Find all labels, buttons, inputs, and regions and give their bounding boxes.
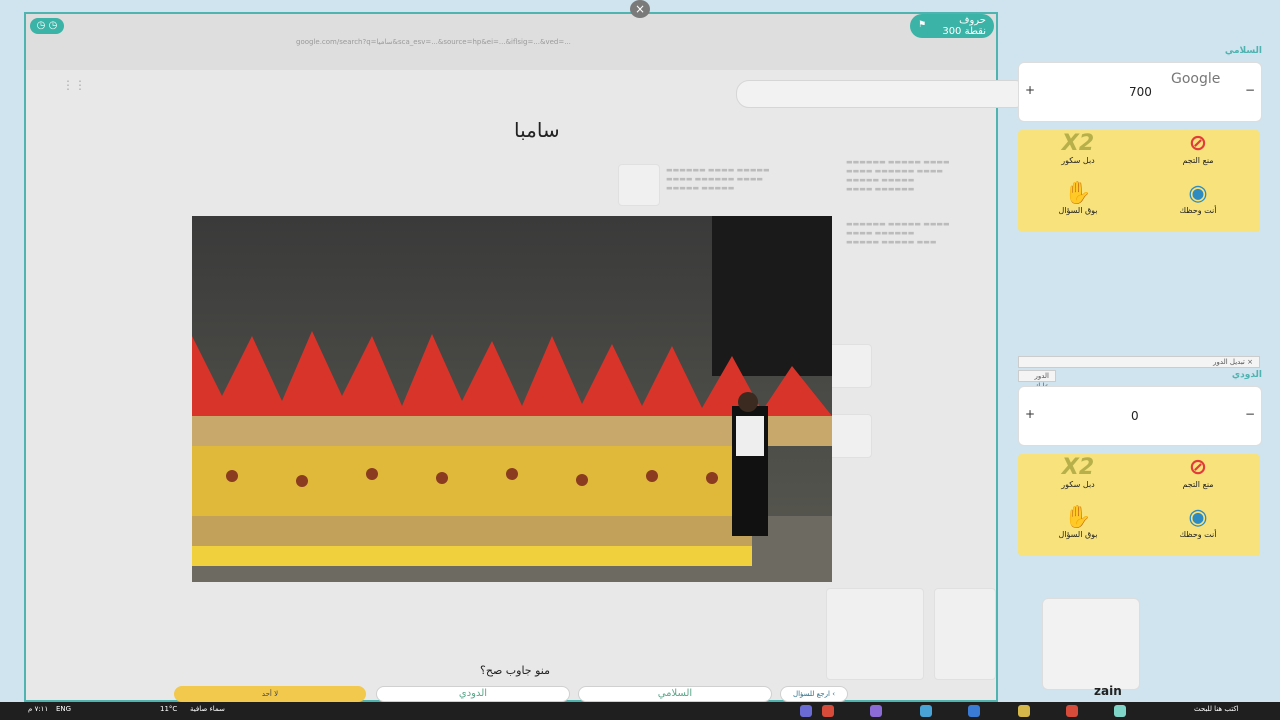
image-result[interactable] — [826, 588, 924, 680]
google-word: Google — [1171, 71, 1221, 87]
team2-increment-button[interactable]: + — [1025, 407, 1035, 421]
answer-salami-button[interactable]: السلامي — [578, 686, 772, 702]
back-to-question-label: ارجع للسؤال — [793, 690, 830, 698]
ban-lifeline[interactable]: ⊘ منع التجم — [1140, 456, 1256, 504]
result-thumbnail — [828, 344, 872, 388]
ban-label: منع التجم — [1182, 156, 1214, 165]
timer-pill[interactable]: ◷ ◷ — [30, 18, 64, 34]
wheel-label: أنت وحظك — [1179, 530, 1217, 539]
chevron-left-icon: ‹ — [832, 690, 835, 698]
hand-icon: ✋ — [1064, 181, 1092, 206]
search-input[interactable] — [736, 80, 1028, 108]
answer-doodi-button[interactable]: الدودي — [376, 686, 570, 702]
app-icon[interactable] — [870, 705, 882, 717]
app-icon[interactable] — [800, 705, 812, 717]
double-score-lifeline[interactable]: X2 دبل سكور — [1020, 132, 1136, 180]
windows-taskbar: ٧:١١ م ENG 11°C سماء صافية اكتب هنا للبح… — [0, 702, 1280, 720]
ban-label: منع التجم — [1182, 480, 1214, 489]
ban-icon: ⊘ — [1188, 455, 1208, 480]
brand-logo: zain — [1094, 684, 1122, 698]
taskbar-lang[interactable]: ENG — [56, 705, 71, 713]
wheel-lifeline[interactable]: ◉ أنت وحظك — [1140, 506, 1256, 554]
team2-name: الدودي — [1231, 370, 1262, 380]
wheel-icon: ◉ — [1188, 505, 1208, 530]
knowledge-panel-text: ▬▬▬▬▬▬ ▬▬▬▬▬ ▬▬▬▬ ▬▬▬▬ ▬▬▬▬▬▬ ▬▬▬▬▬ ▬▬▬▬▬ … — [846, 220, 950, 246]
main-photo — [192, 216, 832, 582]
team1-score-card: Google + 700 − — [1018, 62, 1262, 122]
answer-row: لا أحد الدودي السلامي ارجع للسؤال ‹ — [0, 686, 1000, 702]
team1-name: السلامي — [1224, 46, 1262, 56]
wheel-label: أنت وحظك — [1179, 206, 1217, 215]
team2-decrement-button[interactable]: − — [1245, 407, 1255, 421]
team1-score: 700 — [1129, 85, 1152, 99]
app-icon[interactable] — [1114, 705, 1126, 717]
question-text: منو جاوب صح؟ — [480, 664, 550, 677]
turn-change-box[interactable]: تبديل الدور × — [1018, 356, 1260, 368]
image-result[interactable] — [1042, 598, 1140, 690]
ban-icon: ⊘ — [1188, 131, 1208, 156]
close-button[interactable]: × — [630, 0, 650, 18]
taskbar-search[interactable]: اكتب هنا للبحث — [1194, 705, 1239, 713]
app-icon[interactable] — [822, 705, 834, 717]
taskbar-weather[interactable]: سماء صافية — [190, 705, 225, 713]
knowledge-panel-text: ▬▬▬▬▬▬ ▬▬▬▬▬ ▬▬▬▬ ▬▬▬▬ ▬▬▬▬▬▬ ▬▬▬▬ ▬▬▬▬▬ ▬… — [846, 158, 950, 193]
double-score-lifeline[interactable]: X2 دبل سكور — [1020, 456, 1136, 504]
back-to-question-button[interactable]: ارجع للسؤال ‹ — [780, 686, 848, 702]
close-icon[interactable]: × — [1247, 358, 1253, 366]
result-thumbnail — [828, 414, 872, 458]
apps-grid-icon[interactable]: ⋮⋮ — [62, 78, 90, 98]
taskbar-time: ٧:١١ م — [28, 705, 49, 713]
result-snippet: ▬▬▬▬▬▬ ▬▬▬▬ ▬▬▬▬▬ ▬▬▬▬ ▬▬▬▬▬▬ ▬▬▬▬ ▬▬▬▬▬ ▬… — [666, 166, 770, 192]
team2-score: 0 — [1131, 409, 1139, 423]
page-title: سامبا — [514, 118, 560, 142]
wheel-icon: ◉ — [1188, 181, 1208, 206]
samba-parade-image — [192, 216, 832, 582]
wheel-lifeline[interactable]: ◉ أنت وحظك — [1140, 182, 1256, 230]
hand-label: بوق السؤال — [1058, 530, 1098, 539]
address-bar[interactable]: google.com/search?q=ساميا&sca_esv=...&so… — [296, 38, 986, 46]
taskbar-temp: 11°C — [160, 705, 178, 713]
hand-lifeline[interactable]: ✋ بوق السؤال — [1020, 182, 1136, 230]
app-icon[interactable] — [968, 705, 980, 717]
x2-icon: X2 — [1061, 455, 1095, 480]
double-score-label: دبل سكور — [1061, 156, 1095, 165]
score-pill: ⚑ حروف 300 نقطة — [910, 14, 994, 38]
result-thumbnail — [618, 164, 660, 206]
answer-none-button[interactable]: لا أحد — [174, 686, 366, 702]
hand-icon: ✋ — [1064, 505, 1092, 530]
team1-lifelines: X2 دبل سكور ⊘ منع التجم ✋ بوق السؤال ◉ أ… — [1018, 130, 1260, 232]
team1-increment-button[interactable]: + — [1025, 83, 1035, 97]
browser-toolbar: google.com/search?q=ساميا&sca_esv=...&so… — [26, 14, 996, 70]
double-score-label: دبل سكور — [1061, 480, 1095, 489]
app-icon[interactable] — [1018, 705, 1030, 717]
image-result[interactable] — [934, 588, 996, 680]
your-turn-box: الدور عليك — [1018, 370, 1056, 390]
hand-label: بوق السؤال — [1058, 206, 1098, 215]
app-icon[interactable] — [1066, 705, 1078, 717]
flag-icon: ⚑ — [918, 20, 927, 30]
turn-change-label: تبديل الدور — [1213, 358, 1245, 366]
app-icon[interactable] — [920, 705, 932, 717]
hand-lifeline[interactable]: ✋ بوق السؤال — [1020, 506, 1136, 554]
x2-icon: X2 — [1061, 131, 1095, 156]
team2-lifelines: X2 دبل سكور ⊘ منع التجم ✋ بوق السؤال ◉ أ… — [1018, 454, 1260, 556]
team2-score-card: + 0 − — [1018, 386, 1262, 446]
clock-icon: ◷ ◷ — [36, 20, 58, 31]
score-sidebar: السلامي Google + 700 − X2 دبل سكور ⊘ منع… — [998, 12, 1280, 702]
team1-decrement-button[interactable]: − — [1245, 83, 1255, 97]
ban-lifeline[interactable]: ⊘ منع التجم — [1140, 132, 1256, 180]
browser-window: google.com/search?q=ساميا&sca_esv=...&so… — [24, 12, 1028, 702]
